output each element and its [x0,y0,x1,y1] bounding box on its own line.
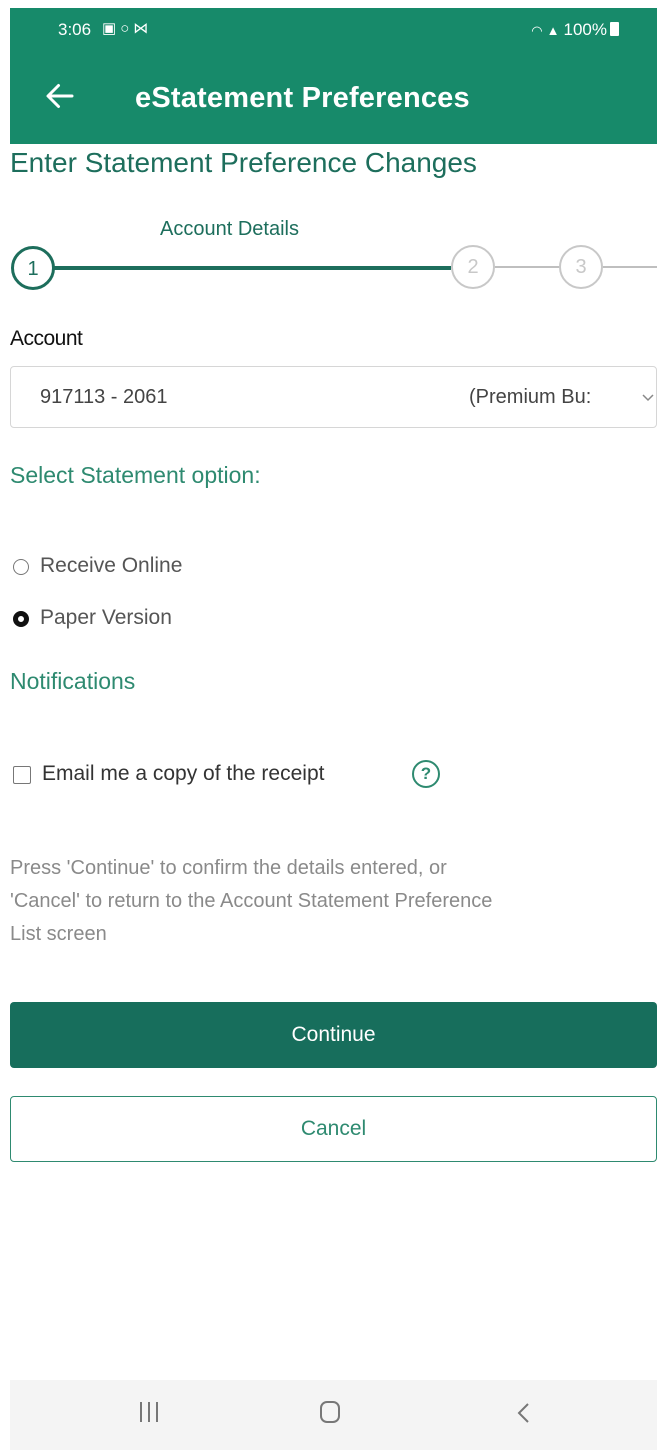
signal-icon: ▲ [546,23,560,38]
status-bar: 3:06 ▣○⋈ ◠ ▲ 100% [10,8,657,52]
status-right: ◠ ▲ 100% [531,20,619,40]
status-time: 3:06 [58,20,92,39]
wifi-icon: ◠ [531,23,543,38]
step-connector-active [48,266,451,270]
circle-icon: ○ [120,20,134,37]
chevron-down-icon [642,394,654,402]
cancel-button[interactable]: Cancel [10,1096,657,1162]
account-number: 917113 - 2061 [40,386,168,408]
email-receipt-checkbox[interactable] [13,766,31,784]
battery-icon [610,22,619,36]
step-label-account-details: Account Details [160,218,299,240]
recents-icon[interactable] [138,1402,162,1424]
instructions-line: 'Cancel' to return to the Account Statem… [10,890,493,912]
radio-label: Paper Version [40,606,172,629]
step-2-circle: 2 [451,245,495,289]
continue-button[interactable]: Continue [10,1002,657,1068]
statement-option-heading: Select Statement option: [10,462,261,488]
instructions-text: Press 'Continue' to confirm the details … [10,852,657,951]
image-icon: ▣ [102,20,121,37]
mail-icon: ⋈ [133,20,153,37]
notifications-heading: Notifications [10,668,136,694]
email-receipt-label: Email me a copy of the receipt [42,762,325,785]
system-nav-bar [10,1380,657,1450]
radio-button-selected[interactable] [13,611,29,627]
toolbar: eStatement Preferences [10,70,657,130]
notification-icons: ▣○⋈ [102,19,152,37]
radio-button[interactable] [13,559,29,575]
home-icon[interactable] [320,1401,340,1423]
step-connector [495,266,561,268]
instructions-line: Press 'Continue' to confirm the details … [10,857,447,879]
help-icon[interactable]: ? [412,760,440,788]
back-icon[interactable] [510,1398,538,1428]
app-title: eStatement Preferences [135,82,470,114]
progress-stepper: Account Details 1 2 3 [0,210,657,290]
radio-label: Receive Online [40,554,183,577]
step-3-circle: 3 [559,245,603,289]
battery-percent: 100% [563,20,607,39]
step-1-circle: 1 [11,246,55,290]
back-arrow-icon[interactable] [42,78,78,114]
page-heading: Enter Statement Preference Changes [10,147,477,178]
account-dropdown[interactable]: 917113 - 2061 (Premium Bu: [10,366,657,428]
instructions-line: List screen [10,923,107,945]
step-connector [603,266,657,268]
account-label: Account [10,327,83,350]
app-bar: 3:06 ▣○⋈ ◠ ▲ 100% eStatement Preferences [10,8,657,144]
account-type: (Premium Bu: [469,386,592,408]
